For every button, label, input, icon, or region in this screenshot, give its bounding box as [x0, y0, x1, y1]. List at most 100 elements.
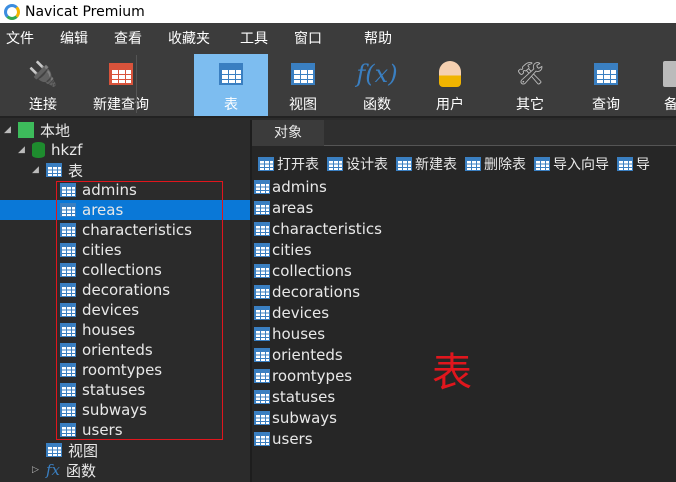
- user-icon: [439, 61, 461, 87]
- object-list-item[interactable]: statuses: [252, 386, 382, 407]
- object-list: admins areas characteristics cities collecti…: [252, 176, 382, 449]
- open-table-button[interactable]: 打开表: [258, 154, 319, 174]
- object-name: subways: [272, 408, 337, 427]
- tree-database[interactable]: ◢ hkzf: [0, 140, 250, 160]
- table-name: statuses: [82, 381, 146, 399]
- expand-icon: ◢: [18, 145, 25, 155]
- tree-connection[interactable]: ◢ 本地: [0, 120, 250, 140]
- table-icon: [254, 242, 270, 257]
- table-icon: [254, 284, 270, 299]
- tree-table-item[interactable]: cities: [0, 240, 250, 260]
- function-label: 函数: [363, 97, 391, 113]
- tree-tables-node[interactable]: ◢ 表: [0, 160, 250, 180]
- table-icon: [254, 200, 270, 215]
- delete-table-button[interactable]: 删除表: [465, 154, 526, 174]
- table-icon: [60, 423, 76, 437]
- object-name: collections: [272, 261, 352, 280]
- backup-label: 备: [664, 97, 676, 113]
- table-button[interactable]: 表: [194, 54, 268, 116]
- tree-table-item[interactable]: areas: [0, 200, 250, 220]
- navicat-logo-icon: [4, 3, 20, 20]
- title-bar: Navicat Premium: [0, 0, 676, 23]
- design-table-button[interactable]: 设计表: [327, 154, 388, 174]
- new-table-label: 新建表: [415, 157, 457, 173]
- table-name: decorations: [82, 281, 171, 299]
- menu-window[interactable]: 窗口: [294, 28, 322, 48]
- object-list-item[interactable]: areas: [252, 197, 382, 218]
- menu-help[interactable]: 帮助: [364, 28, 392, 48]
- tree-table-item[interactable]: houses: [0, 320, 250, 340]
- new-table-icon: [396, 157, 412, 171]
- object-name: admins: [272, 177, 327, 196]
- user-button[interactable]: 用户: [420, 54, 480, 116]
- object-list-item[interactable]: cities: [252, 239, 382, 260]
- tree-table-item[interactable]: roomtypes: [0, 360, 250, 380]
- tree-table-item[interactable]: users: [0, 420, 250, 440]
- table-name: subways: [82, 401, 147, 419]
- connection-label: 本地: [40, 121, 71, 140]
- menu-favorites[interactable]: 收藏夹: [168, 28, 210, 48]
- other-button[interactable]: 🛠 其它: [500, 54, 560, 116]
- menu-file[interactable]: 文件: [6, 28, 34, 48]
- view-button[interactable]: 视图: [270, 54, 336, 116]
- object-list-item[interactable]: subways: [252, 407, 382, 428]
- object-name: houses: [272, 324, 326, 343]
- table-name: admins: [82, 181, 137, 199]
- object-list-item[interactable]: decorations: [252, 281, 382, 302]
- connect-button[interactable]: 🔌 连接: [20, 54, 66, 116]
- query-button[interactable]: 查询: [576, 54, 636, 116]
- object-list-item[interactable]: devices: [252, 302, 382, 323]
- tree-table-item[interactable]: orienteds: [0, 340, 250, 360]
- object-list-item[interactable]: houses: [252, 323, 382, 344]
- delete-table-label: 删除表: [484, 157, 526, 173]
- tree-table-item[interactable]: admins: [0, 180, 250, 200]
- object-name: devices: [272, 303, 330, 322]
- table-name: cities: [82, 241, 122, 259]
- tree-functions-node[interactable]: ▷ fx 函数: [0, 460, 250, 480]
- object-list-item[interactable]: admins: [252, 176, 382, 197]
- new-query-label: 新建查询: [93, 97, 149, 113]
- user-label: 用户: [436, 97, 464, 113]
- table-name: orienteds: [82, 341, 153, 359]
- object-panel: 对象 打开表 设计表 新建表 删除表 导入向导 导 admins areas cha…: [252, 120, 676, 482]
- menu-edit[interactable]: 编辑: [60, 28, 88, 48]
- object-list-item[interactable]: orienteds: [252, 344, 382, 365]
- main-toolbar: 🔌 连接 新建查询 表 视图 f(x) 函数 用户 🛠 其它 查询 备: [0, 52, 676, 118]
- function-icon: fx: [46, 461, 61, 479]
- new-query-icon: [109, 63, 133, 85]
- table-icon: [254, 305, 270, 320]
- delete-table-icon: [465, 157, 481, 171]
- table-name: areas: [82, 201, 124, 219]
- object-name: decorations: [272, 282, 361, 301]
- backup-button[interactable]: 备: [656, 54, 676, 116]
- tree-views-node[interactable]: 视图: [0, 440, 250, 460]
- table-icon: [254, 221, 270, 236]
- menu-tools[interactable]: 工具: [240, 28, 268, 48]
- tree-table-item[interactable]: collections: [0, 260, 250, 280]
- object-list-item[interactable]: users: [252, 428, 382, 449]
- view-label: 视图: [289, 97, 317, 113]
- new-table-button[interactable]: 新建表: [396, 154, 457, 174]
- menu-view[interactable]: 查看: [114, 28, 142, 48]
- tree-table-item[interactable]: characteristics: [0, 220, 250, 240]
- table-icon: [60, 283, 76, 297]
- object-list-item[interactable]: characteristics: [252, 218, 382, 239]
- tree-table-item[interactable]: devices: [0, 300, 250, 320]
- export-wizard-button[interactable]: 导: [617, 154, 650, 174]
- mysql-connection-icon: [18, 122, 34, 138]
- new-query-button[interactable]: 新建查询: [86, 54, 156, 116]
- object-list-item[interactable]: roomtypes: [252, 365, 382, 386]
- import-wizard-button[interactable]: 导入向导: [534, 154, 609, 174]
- function-button[interactable]: f(x) 函数: [346, 54, 408, 116]
- object-list-item[interactable]: collections: [252, 260, 382, 281]
- tree-table-item[interactable]: subways: [0, 400, 250, 420]
- table-icon: [219, 63, 243, 85]
- tree-table-item[interactable]: statuses: [0, 380, 250, 400]
- object-name: areas: [272, 198, 314, 217]
- tab-objects[interactable]: 对象: [252, 120, 324, 146]
- database-icon: [32, 142, 45, 158]
- navigation-tree: ◢ 本地 ◢ hkzf ◢ 表 admins areas characteristics c…: [0, 120, 250, 482]
- object-toolbar: 打开表 设计表 新建表 删除表 导入向导 导: [252, 152, 676, 176]
- tables-node-label: 表: [68, 161, 84, 180]
- tree-table-item[interactable]: decorations: [0, 280, 250, 300]
